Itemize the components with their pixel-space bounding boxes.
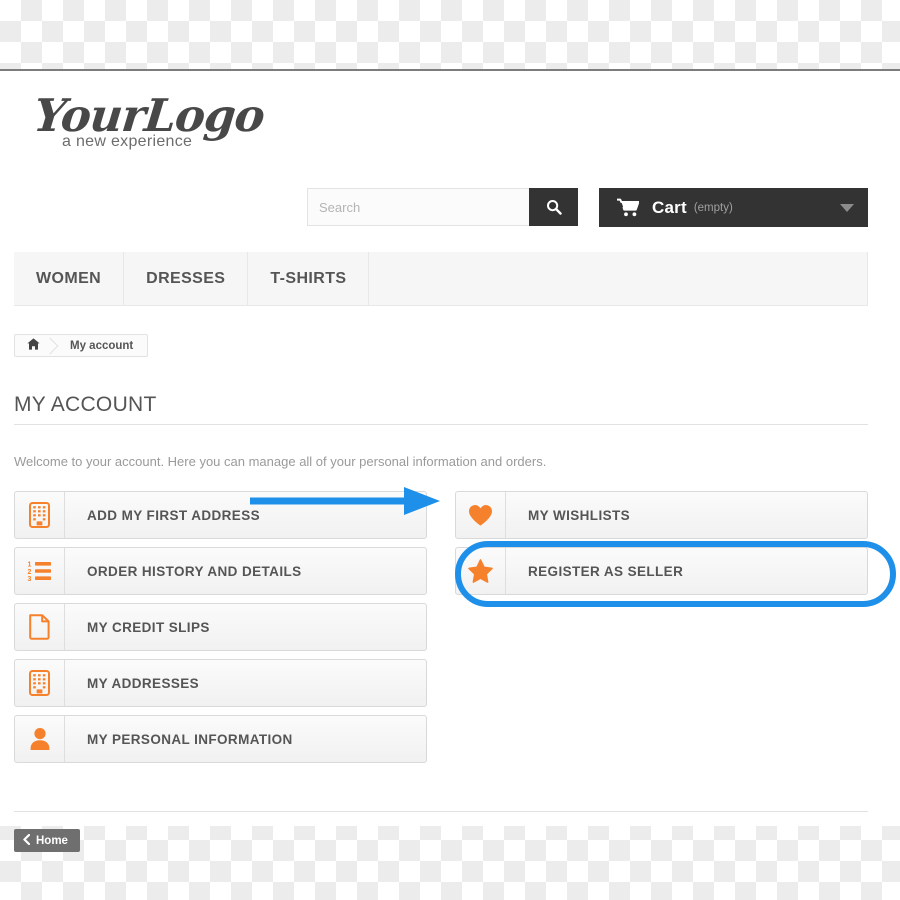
site-header: YourLogo a new experience Search Cart (e… [0, 71, 900, 227]
svg-text:3: 3 [28, 576, 32, 582]
nav-item-women[interactable]: WOMEN [14, 252, 125, 305]
page-title: MY ACCOUNT [14, 393, 157, 416]
document-page-icon [15, 604, 65, 650]
building-address-icon [15, 660, 65, 706]
breadcrumb-home-link[interactable] [15, 335, 50, 356]
search-icon [546, 199, 562, 215]
welcome-message: Welcome to your account. Here you can ma… [14, 454, 547, 469]
account-link-label: MY PERSONAL INFORMATION [87, 731, 293, 747]
heart-icon [456, 492, 506, 538]
footer-divider [14, 811, 868, 812]
account-link-my-addresses[interactable]: MY ADDRESSES [14, 659, 427, 707]
account-link-label: REGISTER AS SELLER [528, 563, 684, 579]
nav-item-tshirts[interactable]: T-SHIRTS [248, 252, 370, 305]
search-bar [307, 188, 578, 226]
chevron-left-icon [23, 833, 31, 847]
cart-block[interactable]: Cart (empty) [599, 188, 868, 227]
cart-label: Cart [652, 197, 687, 217]
account-link-label: ORDER HISTORY AND DETAILS [87, 563, 302, 579]
search-submit-button[interactable] [529, 188, 578, 226]
nav-empty-space [369, 252, 868, 305]
main-navigation: WOMEN DRESSES T-SHIRTS [14, 252, 868, 306]
account-links-left-column: ADD MY FIRST ADDRESS 1 2 3 ORDER HISTORY… [14, 491, 427, 771]
svg-text:2: 2 [28, 569, 32, 576]
account-link-my-wishlists[interactable]: MY WISHLISTS [455, 491, 868, 539]
account-link-label: MY CREDIT SLIPS [87, 619, 210, 635]
shopping-cart-icon [617, 198, 639, 217]
account-link-my-personal-information[interactable]: MY PERSONAL INFORMATION [14, 715, 427, 763]
account-link-register-as-seller[interactable]: REGISTER AS SELLER [455, 547, 868, 595]
home-button-label: Home [36, 834, 68, 847]
building-address-icon [15, 492, 65, 538]
title-divider [14, 424, 868, 425]
breadcrumb: My account [14, 334, 149, 357]
account-link-order-history-and-details[interactable]: 1 2 3 ORDER HISTORY AND DETAILS [14, 547, 427, 595]
star-icon [456, 548, 506, 594]
cart-status: (empty) [693, 201, 733, 214]
home-icon [27, 337, 40, 355]
site-logo[interactable]: YourLogo a new experience [31, 89, 267, 151]
account-link-label: ADD MY FIRST ADDRESS [87, 507, 261, 523]
account-link-add-my-first-address[interactable]: ADD MY FIRST ADDRESS [14, 491, 427, 539]
account-link-label: MY WISHLISTS [528, 507, 631, 523]
breadcrumb-current[interactable]: My account [50, 335, 147, 356]
home-button[interactable]: Home [14, 829, 80, 852]
user-person-icon [15, 716, 65, 762]
svg-text:1: 1 [28, 562, 32, 569]
search-input[interactable] [307, 188, 529, 226]
page-sheet: YourLogo a new experience Search Cart (e… [0, 69, 900, 852]
nav-item-dresses[interactable]: DRESSES [124, 252, 249, 305]
account-link-label: MY ADDRESSES [87, 675, 200, 691]
account-links-right-column: MY WISHLISTS REGISTER AS SELLER [455, 491, 868, 603]
chevron-down-icon[interactable] [840, 203, 854, 212]
account-link-my-credit-slips[interactable]: MY CREDIT SLIPS [14, 603, 427, 651]
ordered-list-icon: 1 2 3 [15, 548, 65, 594]
logo-wordmark: YourLogo [31, 89, 267, 142]
